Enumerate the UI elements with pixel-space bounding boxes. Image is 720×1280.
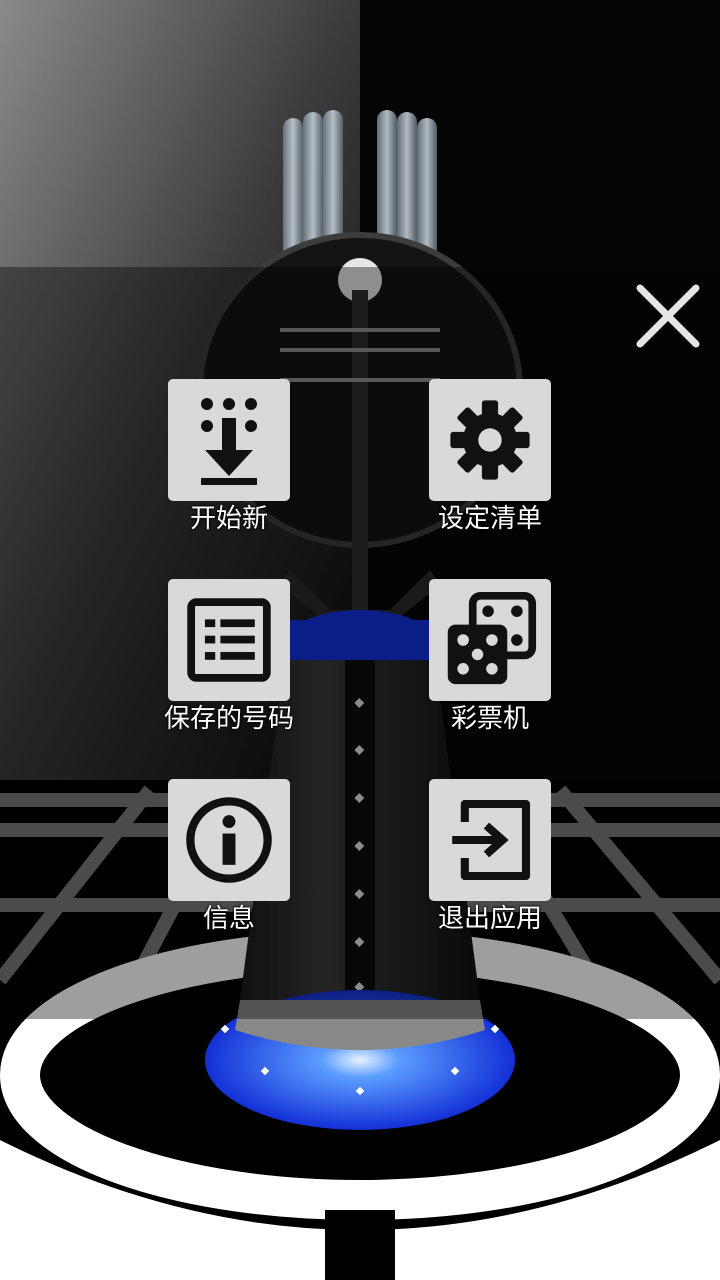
saved-numbers-tile[interactable] [168,579,290,701]
set-list-tile[interactable] [429,379,551,501]
saved-numbers-label: 保存的号码 [163,704,294,734]
lottery-machine-label: 彩票机 [450,704,529,734]
info-icon [186,797,272,883]
info-tile[interactable] [168,779,290,901]
set-list-label: 设定清单 [437,504,542,534]
close-button[interactable] [628,276,708,356]
info-label: 信息 [202,904,255,934]
gear-icon [450,400,530,480]
exit-icon [452,799,531,881]
start-new-label: 开始新 [189,504,268,534]
dice-icon [447,592,537,685]
exit-app-label: 退出应用 [437,904,542,934]
exit-app-tile[interactable] [429,779,551,901]
close-icon [636,284,700,348]
menu-overlay [0,267,720,1019]
start-new-tile[interactable] [168,379,290,501]
list-icon [187,598,271,682]
lottery-machine-tile[interactable] [429,579,551,701]
numbers-download-icon [201,398,257,485]
